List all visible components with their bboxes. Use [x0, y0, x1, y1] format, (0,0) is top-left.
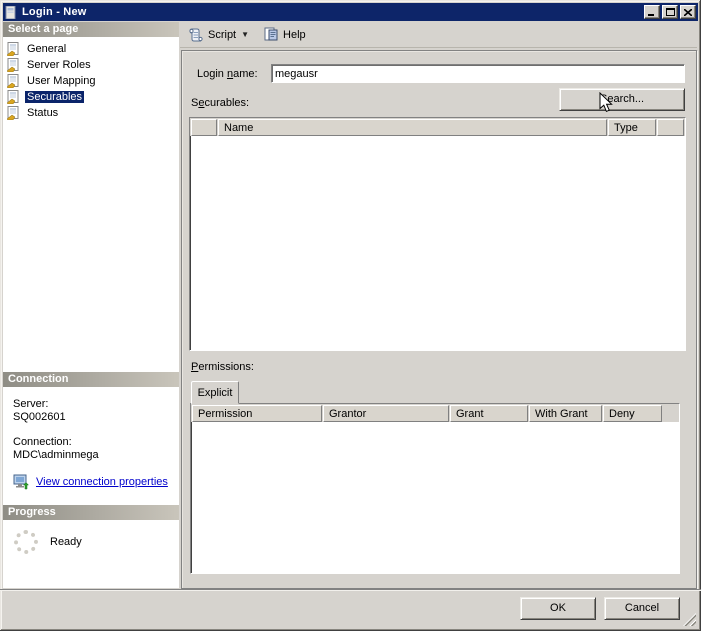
sidebar-item-label: Securables [25, 91, 84, 103]
sidebar-item-status[interactable]: Status [3, 105, 179, 121]
connection-value: MDC\adminmega [13, 449, 173, 462]
help-button-label: Help [283, 29, 306, 41]
header-filler [663, 405, 678, 422]
login-name-label: Login name: [197, 68, 258, 80]
maximize-icon [666, 8, 675, 16]
close-button[interactable] [680, 5, 696, 19]
help-button[interactable]: Help [259, 24, 310, 46]
row-selector-column-header [191, 119, 217, 136]
view-connection-properties-link[interactable]: View connection properties [36, 476, 168, 489]
sidebar-item-label: General [25, 43, 68, 55]
login-name-input[interactable] [271, 64, 685, 83]
permissions-grid[interactable]: Permission Grantor Grant With Grant Deny [190, 403, 680, 574]
sidebar-item-user-mapping[interactable]: User Mapping [3, 73, 179, 89]
toolbar: Script ▼ Help [180, 22, 697, 48]
script-button-label: Script [208, 29, 236, 41]
minimize-button[interactable] [644, 5, 660, 19]
page-icon [6, 90, 22, 104]
connection-header: Connection [3, 372, 179, 387]
securables-page-content: Login name: Securables: Search... Name T… [181, 50, 697, 589]
sidebar-item-label: Status [25, 107, 60, 119]
spacer-column-header [657, 119, 684, 136]
connection-label: Connection: [13, 436, 173, 449]
help-icon [263, 27, 279, 42]
deny-column-header[interactable]: Deny [603, 405, 662, 422]
page-list: General Server Roles User Mapping [3, 37, 179, 372]
progress-header: Progress [3, 505, 179, 520]
minimize-icon [648, 9, 656, 16]
securables-grid[interactable]: Name Type [189, 117, 686, 351]
cancel-button[interactable]: Cancel [604, 597, 680, 620]
window-title: Login - New [22, 6, 642, 18]
resize-grip[interactable] [683, 613, 696, 626]
script-icon [188, 27, 204, 42]
sidebar-item-label: Server Roles [25, 59, 93, 71]
progress-spinner-icon [14, 530, 38, 554]
tab-explicit[interactable]: Explicit [191, 381, 239, 404]
type-column-header[interactable]: Type [608, 119, 656, 136]
login-new-dialog: Login - New Select a page General [0, 0, 701, 631]
chevron-down-icon[interactable]: ▼ [241, 30, 249, 39]
titlebar[interactable]: Login - New [3, 3, 698, 21]
with-grant-column-header[interactable]: With Grant [529, 405, 602, 422]
permissions-grid-header: Permission Grantor Grant With Grant Deny [191, 404, 679, 422]
server-value: SQ002601 [13, 411, 173, 424]
securables-grid-header: Name Type [190, 118, 685, 136]
page-icon [6, 74, 22, 88]
securables-label: Securables: [191, 97, 249, 109]
server-label: Server: [13, 398, 173, 411]
footer-divider [0, 589, 701, 590]
progress-panel: Ready [3, 520, 179, 588]
close-icon [684, 9, 692, 16]
connection-panel: Server: SQ002601 Connection: MDC\adminme… [3, 387, 179, 505]
page-icon [6, 42, 22, 56]
sidebar-item-server-roles[interactable]: Server Roles [3, 57, 179, 73]
search-button[interactable]: Search... [559, 88, 685, 111]
select-a-page-header: Select a page [3, 22, 179, 37]
ok-button[interactable]: OK [520, 597, 596, 620]
maximize-button[interactable] [662, 5, 678, 19]
page-icon [6, 58, 22, 72]
permissions-label: Permissions: [191, 361, 254, 373]
sidebar-item-securables[interactable]: Securables [3, 89, 179, 105]
progress-status: Ready [50, 536, 82, 548]
connection-properties-icon [13, 474, 30, 490]
dialog-icon [5, 6, 18, 19]
grantor-column-header[interactable]: Grantor [323, 405, 449, 422]
script-button[interactable]: Script ▼ [184, 24, 253, 46]
page-icon [6, 106, 22, 120]
sidebar-item-label: User Mapping [25, 75, 97, 87]
grant-column-header[interactable]: Grant [450, 405, 528, 422]
sidebar-item-general[interactable]: General [3, 41, 179, 57]
name-column-header[interactable]: Name [218, 119, 607, 136]
permission-column-header[interactable]: Permission [192, 405, 322, 422]
